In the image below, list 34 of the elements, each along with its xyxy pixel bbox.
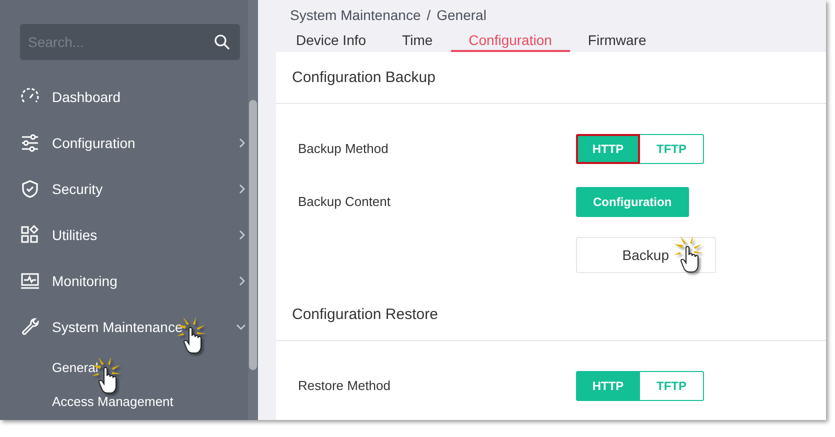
breadcrumb-item[interactable]: System Maintenance bbox=[290, 7, 421, 24]
tab[interactable]: Firmware bbox=[570, 30, 664, 52]
sidebar-item-label: System Maintenance bbox=[52, 319, 183, 335]
tab[interactable]: Time bbox=[384, 30, 451, 52]
sliders-icon bbox=[20, 133, 40, 153]
scrollbar-thumb[interactable] bbox=[249, 100, 257, 370]
backup-button[interactable]: Backup bbox=[576, 236, 716, 272]
field-label: Backup Method bbox=[297, 141, 390, 156]
sidebar-item[interactable]: Configuration bbox=[0, 120, 248, 166]
breadcrumb-separator: / bbox=[426, 7, 431, 24]
breadcrumb-item: General bbox=[436, 7, 486, 24]
sidebar-item[interactable]: Utilities bbox=[0, 212, 248, 258]
section-title: Configuration Backup bbox=[276, 52, 826, 104]
submenu-item[interactable]: Access Management bbox=[52, 394, 174, 408]
sidebar-item[interactable]: Monitoring bbox=[0, 258, 248, 304]
sidebar-item-label: Monitoring bbox=[52, 273, 118, 289]
submenu-item[interactable]: General bbox=[52, 360, 98, 374]
shield-check-icon bbox=[20, 179, 40, 199]
field-label: Restore Method bbox=[297, 378, 392, 393]
scrollbar[interactable] bbox=[248, 0, 258, 420]
wrench-icon bbox=[20, 317, 40, 337]
section-title: Configuration Restore bbox=[276, 289, 826, 341]
sidebar-item-label: Configuration bbox=[52, 135, 136, 151]
field-label: Backup Content bbox=[297, 194, 392, 209]
sidebar-item-label: Dashboard bbox=[52, 89, 120, 105]
sidebar-item[interactable]: System Maintenance bbox=[0, 304, 248, 350]
tab[interactable]: Device Info bbox=[278, 30, 384, 52]
sidebar-item[interactable]: Dashboard bbox=[0, 74, 248, 120]
monitor-icon bbox=[20, 271, 40, 291]
apps-icon bbox=[20, 225, 40, 245]
sidebar-item-label: Utilities bbox=[52, 227, 98, 243]
search-icon bbox=[214, 34, 230, 50]
sidebar-item-label: Security bbox=[52, 181, 103, 197]
sidebar-item[interactable]: Security bbox=[0, 166, 248, 212]
